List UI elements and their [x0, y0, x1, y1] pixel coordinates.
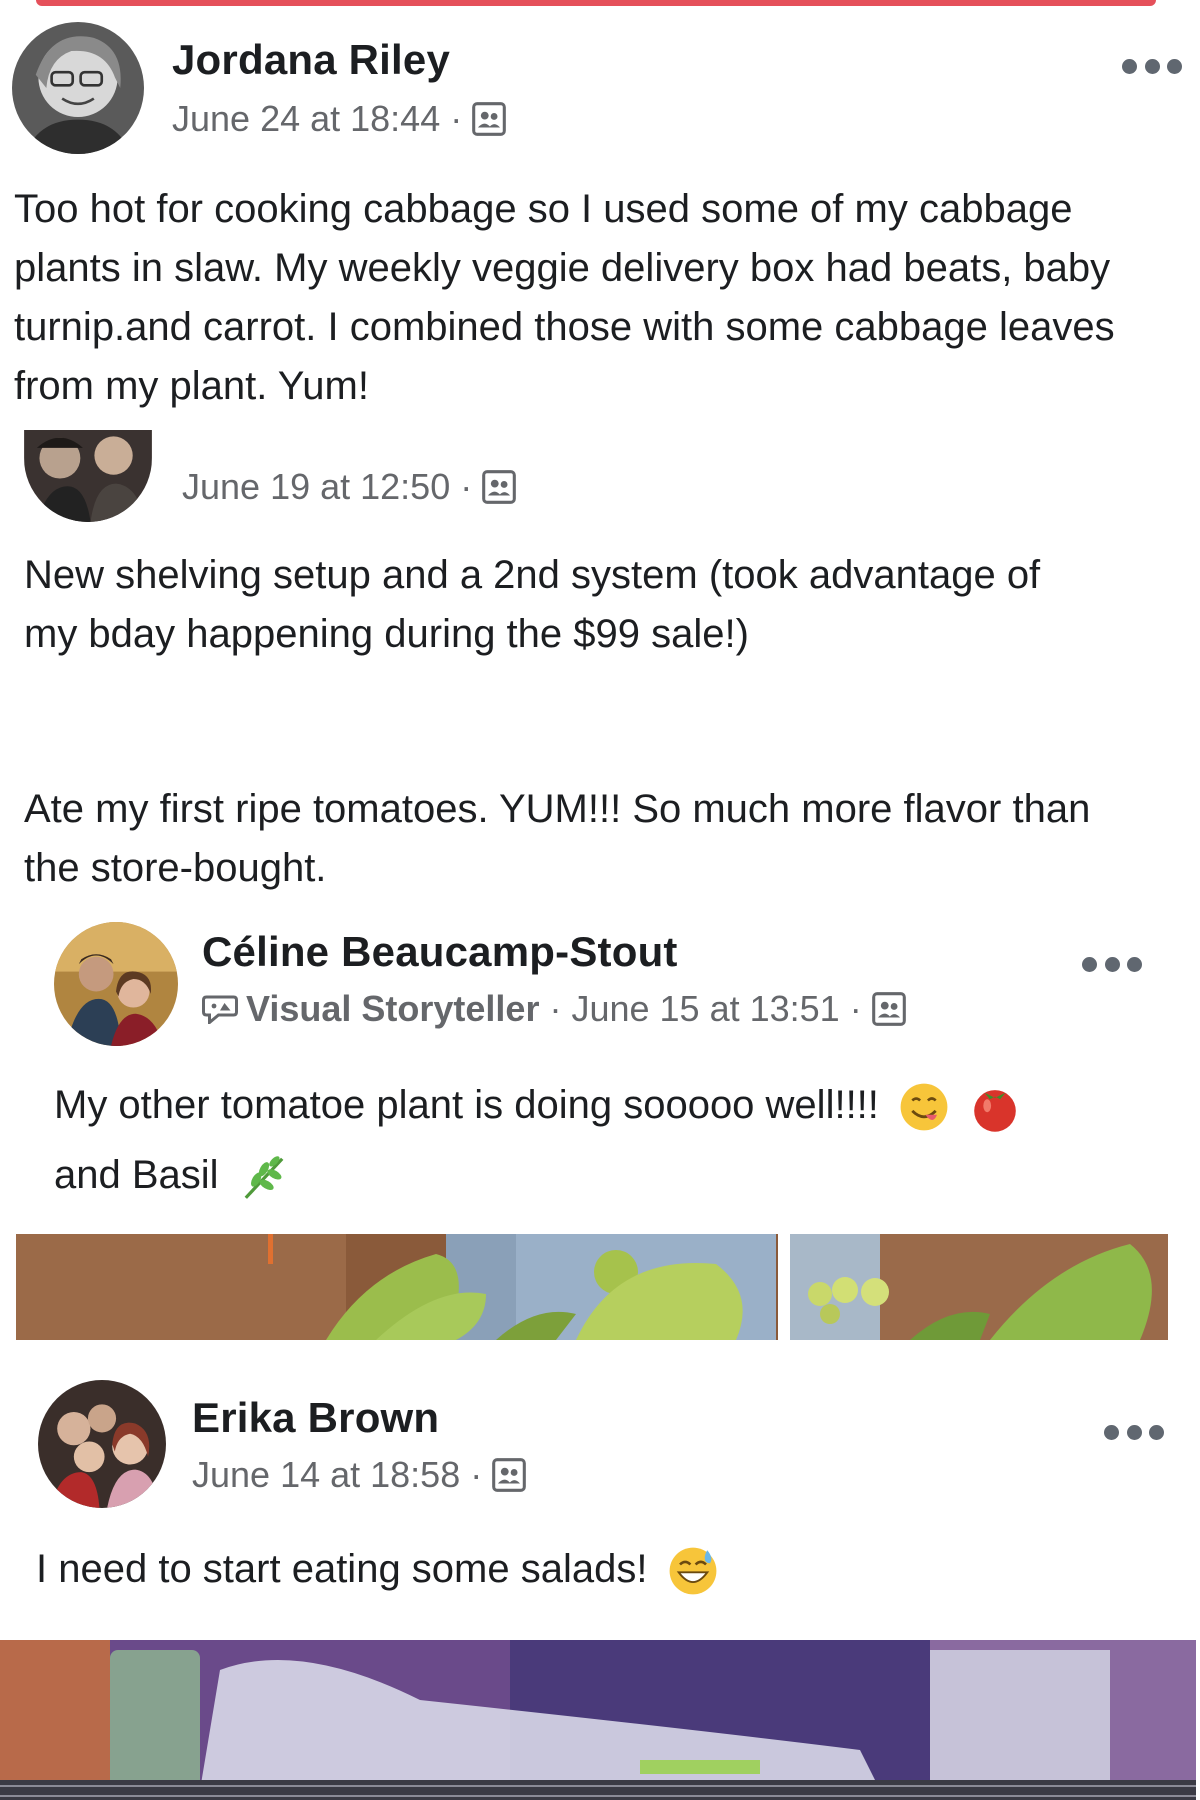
- herb-emoji: [238, 1151, 290, 1203]
- post-photo[interactable]: [790, 1234, 1168, 1340]
- friends-icon[interactable]: [482, 470, 517, 504]
- post-photo[interactable]: [0, 1640, 1196, 1800]
- more-options-button[interactable]: [1104, 1422, 1164, 1442]
- timestamp[interactable]: June 19 at 12:50: [182, 466, 450, 508]
- friends-icon[interactable]: [871, 992, 906, 1026]
- post-meta: June 19 at 12:50 ·: [182, 466, 517, 508]
- tomato-emoji: [969, 1081, 1021, 1133]
- author-name[interactable]: Erika Brown: [192, 1394, 439, 1442]
- post-text: I need to start eating some salads!: [36, 1547, 648, 1591]
- post-text-paragraph: Ate my first ripe tomatoes. YUM!!! So mu…: [24, 787, 1091, 890]
- timestamp[interactable]: June 24 at 18:44: [172, 98, 440, 140]
- more-options-button[interactable]: [1122, 56, 1182, 76]
- post-jordana-riley: Jordana Riley June 24 at 18:44 · Too hot…: [0, 0, 1200, 420]
- avatar[interactable]: [38, 1380, 166, 1508]
- post-meta: June 14 at 18:58 ·: [192, 1454, 527, 1496]
- more-options-button[interactable]: [1082, 954, 1142, 974]
- post-text-line: I need to start eating some salads!: [36, 1540, 1136, 1599]
- post-text: My other tomatoe plant is doing sooooo w…: [54, 1083, 879, 1127]
- speech-bubble-icon: [202, 994, 238, 1024]
- author-name[interactable]: Jordana Riley: [172, 36, 450, 84]
- separator: ·: [549, 988, 562, 1029]
- post-celine-beaucamp-stout: Céline Beaucamp-Stout Visual Storyteller…: [0, 910, 1200, 1350]
- post-meta: June 24 at 18:44 ·: [172, 98, 507, 140]
- role-badge[interactable]: Visual Storyteller: [246, 988, 539, 1030]
- friends-icon[interactable]: [472, 102, 507, 136]
- separator: ·: [470, 1454, 483, 1495]
- yum-face-emoji: [898, 1081, 950, 1133]
- timestamp[interactable]: June 14 at 18:58: [192, 1454, 460, 1496]
- separator: ·: [849, 988, 862, 1029]
- avatar[interactable]: [54, 922, 178, 1046]
- post-photo[interactable]: [16, 1234, 778, 1340]
- timestamp[interactable]: June 15 at 13:51: [571, 988, 839, 1030]
- post-meta: Visual Storyteller · June 15 at 13:51 ·: [202, 988, 906, 1030]
- sweat-smile-emoji: [667, 1545, 719, 1597]
- post-text-paragraph: New shelving setup and a 2nd system (too…: [24, 553, 1041, 656]
- separator: ·: [450, 98, 463, 139]
- avatar[interactable]: [12, 22, 144, 154]
- friends-icon[interactable]: [492, 1458, 527, 1492]
- post-text-line: My other tomatoe plant is doing sooooo w…: [54, 1076, 1184, 1135]
- post-june-19: June 19 at 12:50 · New shelving setup an…: [0, 430, 1200, 910]
- separator: ·: [460, 466, 473, 507]
- author-name[interactable]: Céline Beaucamp-Stout: [202, 928, 678, 976]
- post-text-line: and Basil: [54, 1146, 654, 1205]
- post-text: and Basil: [54, 1153, 219, 1197]
- post-erika-brown: Erika Brown June 14 at 18:58 · I need to…: [0, 1370, 1200, 1800]
- avatar[interactable]: [24, 430, 152, 522]
- post-text: Too hot for cooking cabbage so I used so…: [14, 187, 1115, 408]
